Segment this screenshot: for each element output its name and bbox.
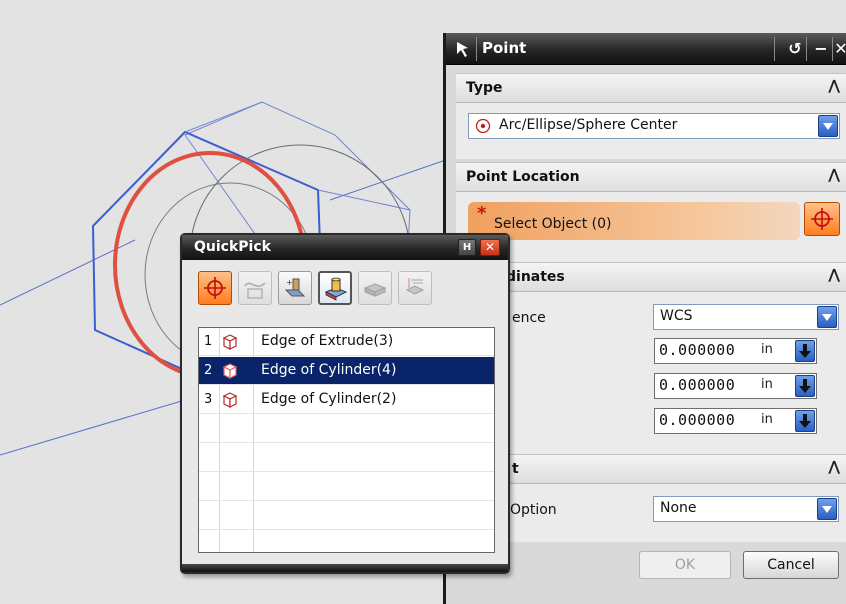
reference-label: ence	[512, 310, 546, 326]
type-section-body: Arc/Ellipse/Sphere Center	[456, 103, 846, 159]
offset-option-value: None	[660, 500, 697, 516]
quickpick-bottom-bar	[182, 564, 508, 572]
coordinate-z-field[interactable]: 0.000000 in	[654, 408, 817, 434]
face-filter-button[interactable]: +	[278, 271, 312, 305]
edge-cube-icon	[222, 334, 238, 350]
dropdown-arrow-icon[interactable]	[795, 375, 815, 397]
point-constructor-button[interactable]	[804, 202, 840, 236]
coordinate-z-unit: in	[761, 412, 773, 427]
point-location-section-header[interactable]: Point Location ⋀	[456, 162, 846, 192]
point-location-section-title: Point Location	[466, 169, 580, 185]
offset-option-dropdown[interactable]: None	[653, 496, 839, 522]
reference-dropdown-value: WCS	[660, 308, 693, 324]
chevron-down-icon[interactable]	[818, 115, 838, 137]
empty-row	[199, 473, 494, 501]
point-dialog-title: Point	[482, 39, 527, 57]
svg-text:+: +	[286, 278, 293, 287]
collapse-caret-icon[interactable]: ⋀	[828, 267, 840, 283]
reference-dropdown[interactable]: WCS	[653, 304, 839, 330]
list-item-number: 2	[204, 363, 213, 378]
crosshair-point-icon	[204, 277, 226, 299]
reset-icon[interactable]: ↺	[784, 37, 806, 61]
empty-row	[199, 502, 494, 530]
feature-filter-button[interactable]	[358, 271, 392, 305]
quickpick-titlebar[interactable]: QuickPick H ✕	[182, 235, 508, 260]
coordinates-section-body: ence WCS 0.000000 in 0.000000 in 0.00000…	[456, 292, 846, 457]
quickpick-title: QuickPick	[194, 239, 271, 255]
curve-icon	[244, 282, 266, 299]
coordinate-x-value: 0.000000	[659, 341, 736, 359]
collapse-caret-icon[interactable]: ⋀	[828, 167, 840, 183]
type-section-header[interactable]: Type ⋀	[456, 73, 846, 103]
coordinate-x-field[interactable]: 0.000000 in	[654, 338, 817, 364]
edge-cube-icon	[222, 392, 238, 408]
close-icon[interactable]: ✕	[480, 239, 500, 256]
point-dialog-titlebar[interactable]: Point ↺ − ✕	[446, 33, 846, 65]
edge-cube-icon	[222, 363, 238, 379]
coordinate-z-value: 0.000000	[659, 411, 736, 429]
empty-row	[199, 415, 494, 443]
select-object-row[interactable]: * Select Object (0)	[468, 202, 800, 240]
list-item[interactable]: 1 Edge of Extrude(3)	[199, 328, 494, 356]
list-item-label: Edge of Cylinder(4)	[261, 362, 397, 378]
select-object-label: Select Object (0)	[494, 216, 612, 232]
type-section-title: Type	[466, 80, 503, 96]
point-filter-button[interactable]	[198, 271, 232, 305]
arc-center-icon	[475, 118, 491, 134]
cancel-button-label: Cancel	[767, 557, 815, 573]
dropdown-arrow-icon[interactable]	[795, 410, 815, 432]
select-arrow-icon	[457, 42, 468, 57]
curve-filter-button[interactable]	[238, 271, 272, 305]
coordinate-x-unit: in	[761, 342, 773, 357]
list-item[interactable]: 3 Edge of Cylinder(2)	[199, 386, 494, 414]
chevron-down-icon[interactable]	[817, 498, 837, 520]
empty-row	[199, 444, 494, 472]
close-icon[interactable]: ✕	[834, 37, 846, 61]
quickpick-dialog: QuickPick H ✕ + 1 Edge of Extrude(3) 2 E…	[180, 233, 510, 574]
quickpick-list[interactable]: 1 Edge of Extrude(3) 2 Edge of Cylinder(…	[198, 327, 495, 553]
required-asterisk: *	[477, 203, 487, 224]
coordinate-y-value: 0.000000	[659, 376, 736, 394]
list-item-number: 1	[204, 334, 213, 349]
minimize-icon[interactable]: −	[810, 37, 832, 61]
list-item-label: Edge of Cylinder(2)	[261, 391, 397, 407]
chevron-down-icon[interactable]	[817, 306, 837, 328]
type-dropdown-value: Arc/Ellipse/Sphere Center	[499, 117, 678, 133]
offset-section-title: t	[512, 461, 519, 477]
coordinates-section-header[interactable]: dinates ⋀	[456, 262, 846, 292]
ok-button[interactable]: OK	[639, 551, 731, 579]
offset-section-body: t Option None	[456, 484, 846, 542]
type-dropdown[interactable]: Arc/Ellipse/Sphere Center	[468, 113, 840, 139]
collapse-caret-icon[interactable]: ⋀	[828, 459, 840, 475]
cancel-button[interactable]: Cancel	[743, 551, 839, 579]
face-icon: +	[284, 278, 306, 297]
component-filter-button[interactable]	[398, 271, 432, 305]
coordinate-y-unit: in	[761, 377, 773, 392]
coordinates-section-title: dinates	[506, 269, 565, 285]
list-item[interactable]: 2 Edge of Cylinder(4)	[199, 357, 494, 385]
point-location-section-body: * Select Object (0)	[456, 192, 846, 264]
coordinate-y-field[interactable]: 0.000000 in	[654, 373, 817, 399]
component-icon	[405, 278, 425, 295]
body-filter-button[interactable]	[318, 271, 352, 305]
body-icon	[324, 277, 348, 301]
crosshair-point-icon	[811, 208, 833, 230]
dropdown-arrow-icon[interactable]	[795, 340, 815, 362]
list-item-label: Edge of Extrude(3)	[261, 333, 394, 349]
offset-section-header[interactable]: t ⋀	[456, 454, 846, 484]
pin-icon[interactable]: H	[458, 239, 476, 256]
block-icon	[363, 283, 387, 297]
ok-button-label: OK	[674, 557, 696, 573]
list-item-number: 3	[204, 392, 213, 407]
collapse-caret-icon[interactable]: ⋀	[828, 78, 840, 94]
